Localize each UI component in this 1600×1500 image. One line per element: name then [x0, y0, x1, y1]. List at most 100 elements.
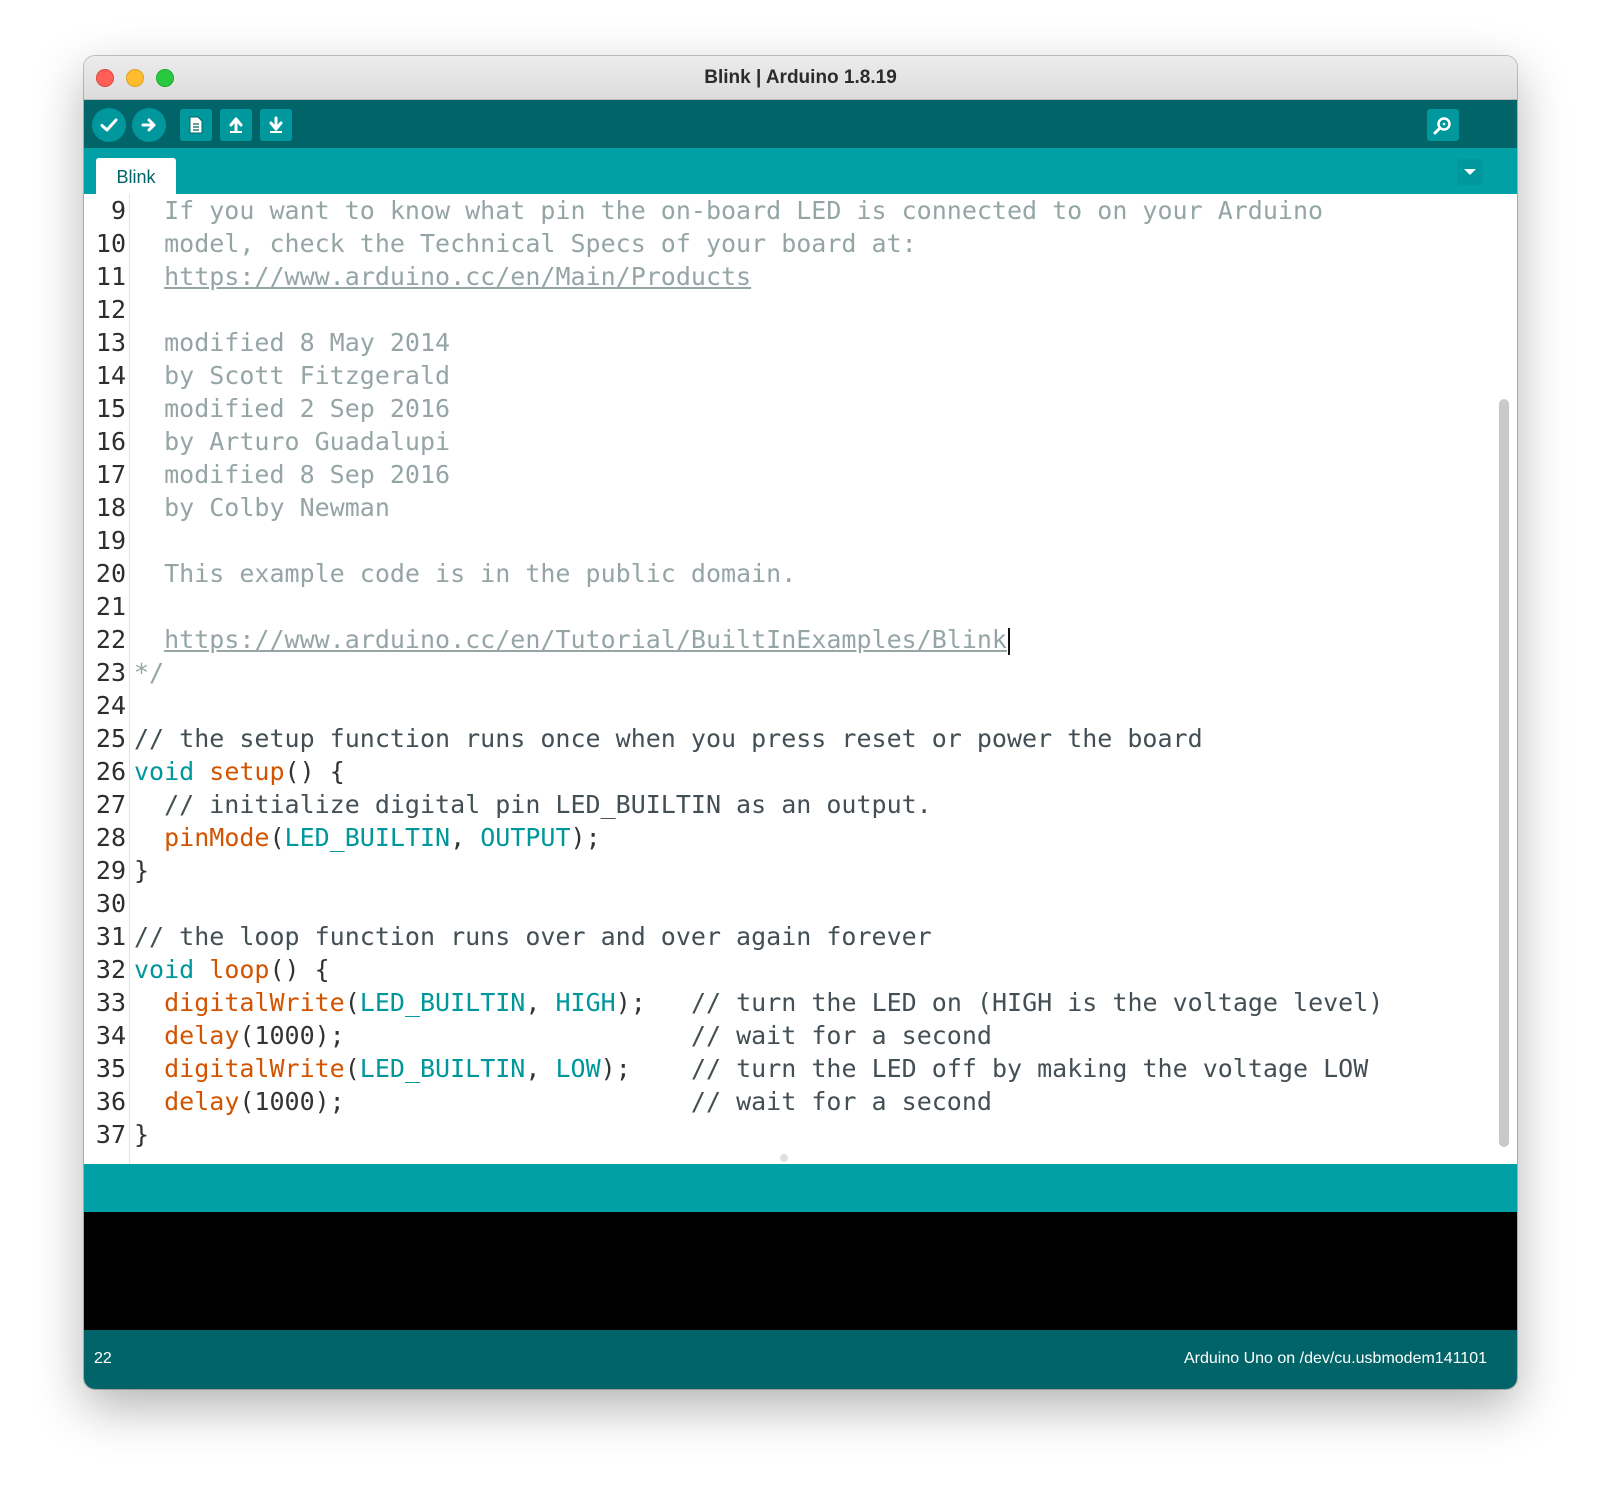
code-token: LED_BUILTIN [359, 1054, 526, 1083]
code-text: digitalWrite(LED_BUILTIN, HIGH); // turn… [134, 986, 1383, 1019]
window-title: Blink | Arduino 1.8.19 [704, 67, 897, 88]
code-text: by Scott Fitzgerald [134, 359, 450, 392]
message-bar [84, 1164, 1517, 1212]
serial-monitor-button[interactable] [1427, 109, 1459, 141]
code-token: modified 8 May 2014 [134, 328, 451, 357]
line-number: 10 [95, 229, 126, 258]
code-token: OUTPUT [480, 823, 571, 852]
code-token: // the loop function runs over and over … [134, 922, 932, 951]
line-number: 29 [95, 856, 126, 885]
code-token: // initialize digital pin LED_BUILTIN as… [134, 790, 932, 819]
code-token: delay [164, 1087, 240, 1116]
code-token: by Colby Newman [134, 493, 390, 522]
line-number: 12 [95, 295, 126, 324]
code-token: by Arturo Guadalupi [134, 427, 451, 456]
line-number: 26 [95, 757, 126, 786]
code-token: LED_BUILTIN [284, 823, 451, 852]
code-text: This example code is in the public domai… [134, 557, 796, 590]
line-number: 20 [95, 559, 126, 588]
verify-button[interactable] [92, 108, 126, 142]
arduino-ide-window: Blink | Arduino 1.8.19 Blink 9 If you wa… [84, 56, 1517, 1389]
code-token: , [450, 823, 481, 852]
upload-button[interactable] [132, 108, 166, 142]
code-token: , [525, 988, 556, 1017]
code-text: // the loop function runs over and over … [134, 920, 932, 953]
code-token: If you want to know what pin the on-boar… [134, 196, 1324, 225]
code-token: void [134, 955, 195, 984]
code-text: // the setup function runs once when you… [134, 722, 1203, 755]
toolbar [84, 100, 1517, 148]
line-number: 28 [95, 823, 126, 852]
code-token: LED_BUILTIN [359, 988, 526, 1017]
line-number: 33 [95, 988, 126, 1017]
line-number: 17 [95, 460, 126, 489]
tab-blink[interactable]: Blink [96, 158, 176, 194]
code-link[interactable]: https://www.arduino.cc/en/Main/Products [164, 262, 751, 291]
tab-menu-button[interactable] [1457, 159, 1483, 185]
code-token: ( [269, 823, 285, 852]
code-token: void [134, 757, 195, 786]
arrow-up-icon [229, 117, 243, 133]
save-sketch-button[interactable] [260, 109, 292, 141]
code-token: modified 8 Sep 2016 [134, 460, 451, 489]
code-token: , [525, 1054, 556, 1083]
tab-bar: Blink [84, 148, 1517, 194]
new-sketch-button[interactable] [180, 109, 212, 141]
code-token: ); [600, 1054, 691, 1083]
code-token: () { [284, 757, 345, 786]
line-number: 14 [95, 361, 126, 390]
code-token: by Scott Fitzgerald [134, 361, 451, 390]
document-icon [189, 116, 203, 134]
code-text: digitalWrite(LED_BUILTIN, LOW); // turn … [134, 1052, 1368, 1085]
line-number: 36 [95, 1087, 126, 1116]
code-token: This example code is in the public domai… [134, 559, 797, 588]
arrow-right-icon [141, 118, 156, 132]
line-number: 15 [95, 394, 126, 423]
code-token: digitalWrite [164, 1054, 345, 1083]
arrow-down-icon [269, 116, 283, 133]
code-token: } [134, 1120, 150, 1149]
code-token: (1000); [239, 1021, 691, 1050]
code-token: HIGH [555, 988, 616, 1017]
code-token: setup [209, 757, 285, 786]
code-text: pinMode(LED_BUILTIN, OUTPUT); [134, 821, 601, 854]
code-token: ); [615, 988, 691, 1017]
code-text: } [134, 854, 149, 887]
code-token: // the setup function runs once when you… [134, 724, 1203, 753]
line-number: 27 [95, 790, 126, 819]
code-token: (1000); [239, 1087, 691, 1116]
code-text: model, check the Technical Specs of your… [134, 227, 917, 260]
open-sketch-button[interactable] [220, 109, 252, 141]
line-number: 24 [95, 691, 126, 720]
line-number: 32 [95, 955, 126, 984]
status-line-number: 22 [94, 1350, 112, 1367]
code-text: If you want to know what pin the on-boar… [134, 194, 1323, 227]
code-text: } [134, 1118, 149, 1151]
magnifier-icon [1433, 117, 1451, 135]
line-number: 16 [95, 427, 126, 456]
line-number: 31 [95, 922, 126, 951]
editor-scrollbar[interactable] [1499, 399, 1509, 1147]
text-cursor [1007, 627, 1010, 655]
line-number: 9 [110, 196, 126, 225]
code-editor[interactable]: 9 If you want to know what pin the on-bo… [84, 194, 1517, 1164]
code-text: https://www.arduino.cc/en/Tutorial/Built… [134, 623, 1010, 656]
code-text: modified 2 Sep 2016 [134, 392, 450, 425]
splitter-handle[interactable] [780, 1154, 788, 1162]
code-token: loop [209, 955, 270, 984]
line-number: 18 [95, 493, 126, 522]
code-token: ( [344, 988, 360, 1017]
code-token: ); [570, 823, 601, 852]
code-link[interactable]: https://www.arduino.cc/en/Tutorial/Built… [164, 625, 1007, 654]
code-token: ( [344, 1054, 360, 1083]
line-number: 19 [95, 526, 126, 555]
code-token: LOW [555, 1054, 601, 1083]
console-output[interactable] [84, 1212, 1517, 1330]
code-text: */ [134, 656, 164, 689]
